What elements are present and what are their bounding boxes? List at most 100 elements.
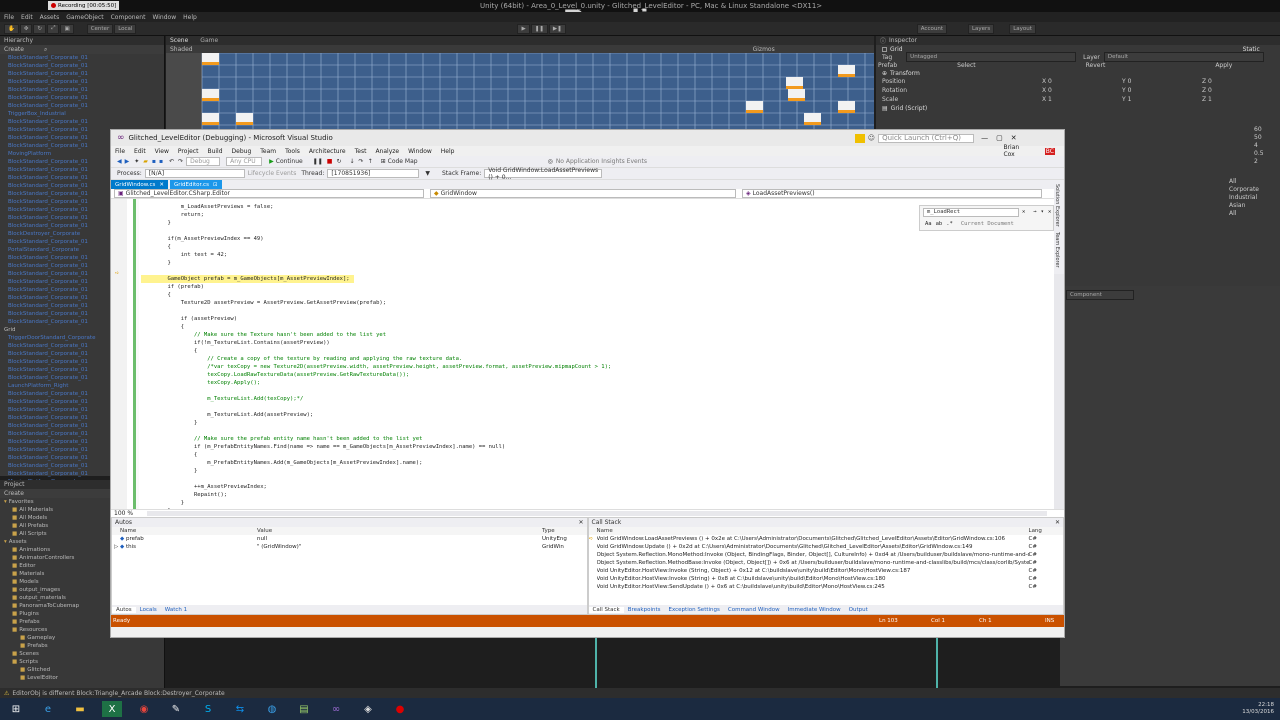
gizmos-dropdown[interactable]: Gizmos [753, 46, 775, 53]
code-line[interactable]: if (prefab) [141, 283, 203, 291]
find-options-icon[interactable]: ▾ [1041, 209, 1044, 215]
position-y[interactable]: 0 [1128, 78, 1132, 85]
move-tool-icon[interactable]: ✥ [19, 23, 33, 34]
col-type[interactable]: Type [542, 527, 555, 535]
code-line[interactable]: // Make sure the Texture hasn't been add… [141, 331, 386, 339]
stop-icon[interactable]: ■ [327, 158, 333, 165]
category-item[interactable]: Corporate [1229, 186, 1279, 194]
continue-button[interactable]: Continue [276, 158, 303, 165]
code-line[interactable]: { [141, 347, 197, 355]
shaded-dropdown[interactable]: Shaded [166, 46, 193, 53]
code-line[interactable]: Texture2D assetPreview = AssetPreview.Ge… [141, 299, 386, 307]
code-line[interactable]: // Make sure the prefab entity name hasn… [141, 435, 423, 443]
vs-menu-view[interactable]: View [155, 148, 169, 155]
menu-component[interactable]: Component [111, 14, 146, 21]
scene-view[interactable]: Scene Game Shaded Gizmos [166, 36, 874, 131]
code-line[interactable]: GameObject prefab = m_GameObjects[m_Asse… [141, 275, 354, 283]
skype-icon[interactable]: S [198, 701, 218, 717]
vs-menu-help[interactable]: Help [441, 148, 455, 155]
code-line[interactable]: } [141, 499, 184, 507]
tab-game[interactable]: Game [192, 37, 226, 44]
hierarchy-item[interactable]: BlockStandard_Corporate_01 [0, 86, 164, 94]
type-nav-dropdown[interactable]: ◆ GridWindow [430, 189, 736, 198]
col-lang[interactable]: Lang [1029, 527, 1042, 535]
code-line[interactable]: { [141, 243, 170, 251]
code-line[interactable]: if (assetPreview) [141, 315, 237, 323]
code-line[interactable]: texCopy.LoadRawTextureData(assetPreview.… [141, 371, 409, 379]
menu-gameobject[interactable]: GameObject [66, 14, 103, 21]
code-line[interactable]: } [141, 419, 197, 427]
code-map-icon[interactable]: ⊞ [381, 158, 386, 165]
continue-icon[interactable]: ▶ [269, 158, 274, 165]
code-line[interactable]: int test = 42; [141, 251, 227, 259]
pin-icon[interactable]: ⊡ [213, 182, 218, 188]
position-z[interactable]: 0 [1208, 78, 1212, 85]
category-item[interactable]: All [1229, 178, 1279, 186]
add-component-button[interactable]: Component [1066, 290, 1134, 300]
user-avatar[interactable]: BC [1044, 147, 1055, 155]
vs-menu-team[interactable]: Team [260, 148, 276, 155]
excel-icon[interactable]: X [102, 701, 122, 717]
step-out-icon[interactable]: ↑ [368, 158, 373, 165]
code-line[interactable]: Repaint(); [141, 491, 227, 499]
grid-value[interactable]: 2 [1254, 158, 1278, 166]
vs-menu-tools[interactable]: Tools [285, 148, 300, 155]
table-row[interactable]: ◆ prefab null UnityEng [112, 535, 587, 543]
find-scope-dropdown[interactable]: Current Document [961, 221, 1014, 227]
tab-team-explorer[interactable]: Team Explorer [1054, 232, 1060, 272]
tab-scene[interactable]: Scene [166, 37, 192, 44]
vpn-icon[interactable]: ◍ [262, 701, 282, 717]
category-item[interactable]: Industrial [1229, 194, 1279, 202]
prefab-apply-button[interactable]: Apply [1215, 62, 1232, 69]
close-tab-icon[interactable]: ✕ [159, 182, 164, 188]
vs-menu-analyze[interactable]: Analyze [375, 148, 399, 155]
hierarchy-item[interactable]: BlockStandard_Corporate_01 [0, 70, 164, 78]
vs-menu-file[interactable]: File [115, 148, 125, 155]
user-name[interactable]: Brian Cox [1003, 144, 1031, 158]
project-folder[interactable]: ■ Glitched [4, 666, 164, 674]
layer-dropdown[interactable]: Default [1103, 52, 1264, 62]
platform-dropdown[interactable]: Any CPU [226, 157, 263, 166]
hierarchy-item[interactable]: BlockStandard_Corporate_01 [0, 54, 164, 62]
layout-dropdown[interactable]: Layout [1009, 23, 1036, 34]
close-button[interactable]: ✕ [1011, 134, 1017, 142]
forward-icon[interactable]: ▶ [125, 158, 130, 165]
vs-menu-build[interactable]: Build [207, 148, 222, 155]
process-dropdown[interactable]: [N/A] [144, 169, 245, 178]
back-icon[interactable]: ◀ [117, 158, 122, 165]
quick-launch-input[interactable]: Quick Launch (Ctrl+Q) [878, 133, 975, 143]
menu-window[interactable]: Window [152, 14, 176, 21]
paint-icon[interactable]: ✎ [166, 701, 186, 717]
file-explorer-icon[interactable]: ▬ [70, 701, 90, 717]
call-stack-row[interactable]: Void UnityEditor.HostView:Invoke (String… [589, 567, 1064, 575]
close-find-icon[interactable]: ✕ [1048, 209, 1051, 215]
minimize-button[interactable]: — [981, 134, 988, 142]
rect-tool-icon[interactable]: ▣ [60, 23, 74, 34]
scale-x[interactable]: 1 [1048, 96, 1052, 103]
code-line[interactable]: /*var texCopy = new Texture2D(assetPrevi… [141, 363, 611, 371]
hierarchy-create[interactable]: Create ⌕ [0, 45, 164, 54]
vs-menu-architecture[interactable]: Architecture [309, 148, 346, 155]
ie-icon[interactable]: e [38, 701, 58, 717]
hierarchy-item[interactable]: BlockStandard_Corporate_01 [0, 78, 164, 86]
new-project-icon[interactable]: ✦ [134, 158, 139, 165]
code-line[interactable]: { [141, 451, 197, 459]
lifecycle-events[interactable]: Lifecycle Events [248, 170, 297, 177]
hand-tool-icon[interactable]: ✋ [4, 23, 19, 34]
col-value[interactable]: Value [257, 527, 542, 535]
restart-icon[interactable]: ↻ [336, 158, 341, 165]
call-stack-row[interactable]: Object System.Reflection.MethodBase:Invo… [589, 559, 1064, 567]
step-over-icon[interactable]: ↷ [359, 158, 364, 165]
undo-icon[interactable]: ↶ [169, 158, 174, 165]
whole-word-icon[interactable]: ab [936, 221, 943, 227]
member-nav-dropdown[interactable]: ◈ LoadAssetPreviews() [742, 189, 1042, 198]
tab-immediate-window[interactable]: Immediate Window [784, 607, 845, 613]
code-line[interactable]: } [141, 467, 197, 475]
code-editor[interactable]: ➪ m_LoadAssetPreviews = false; return; }… [111, 199, 1064, 509]
hierarchy-item[interactable]: BlockStandard_Corporate_01 [0, 62, 164, 70]
code-line[interactable]: m_TextureList.Add(assetPreview); [141, 411, 313, 419]
grid-value[interactable]: 0.5 [1254, 150, 1278, 158]
autos-close-icon[interactable]: ✕ [578, 519, 583, 526]
tab-breakpoints[interactable]: Breakpoints [624, 607, 665, 613]
code-line[interactable]: { [141, 323, 184, 331]
